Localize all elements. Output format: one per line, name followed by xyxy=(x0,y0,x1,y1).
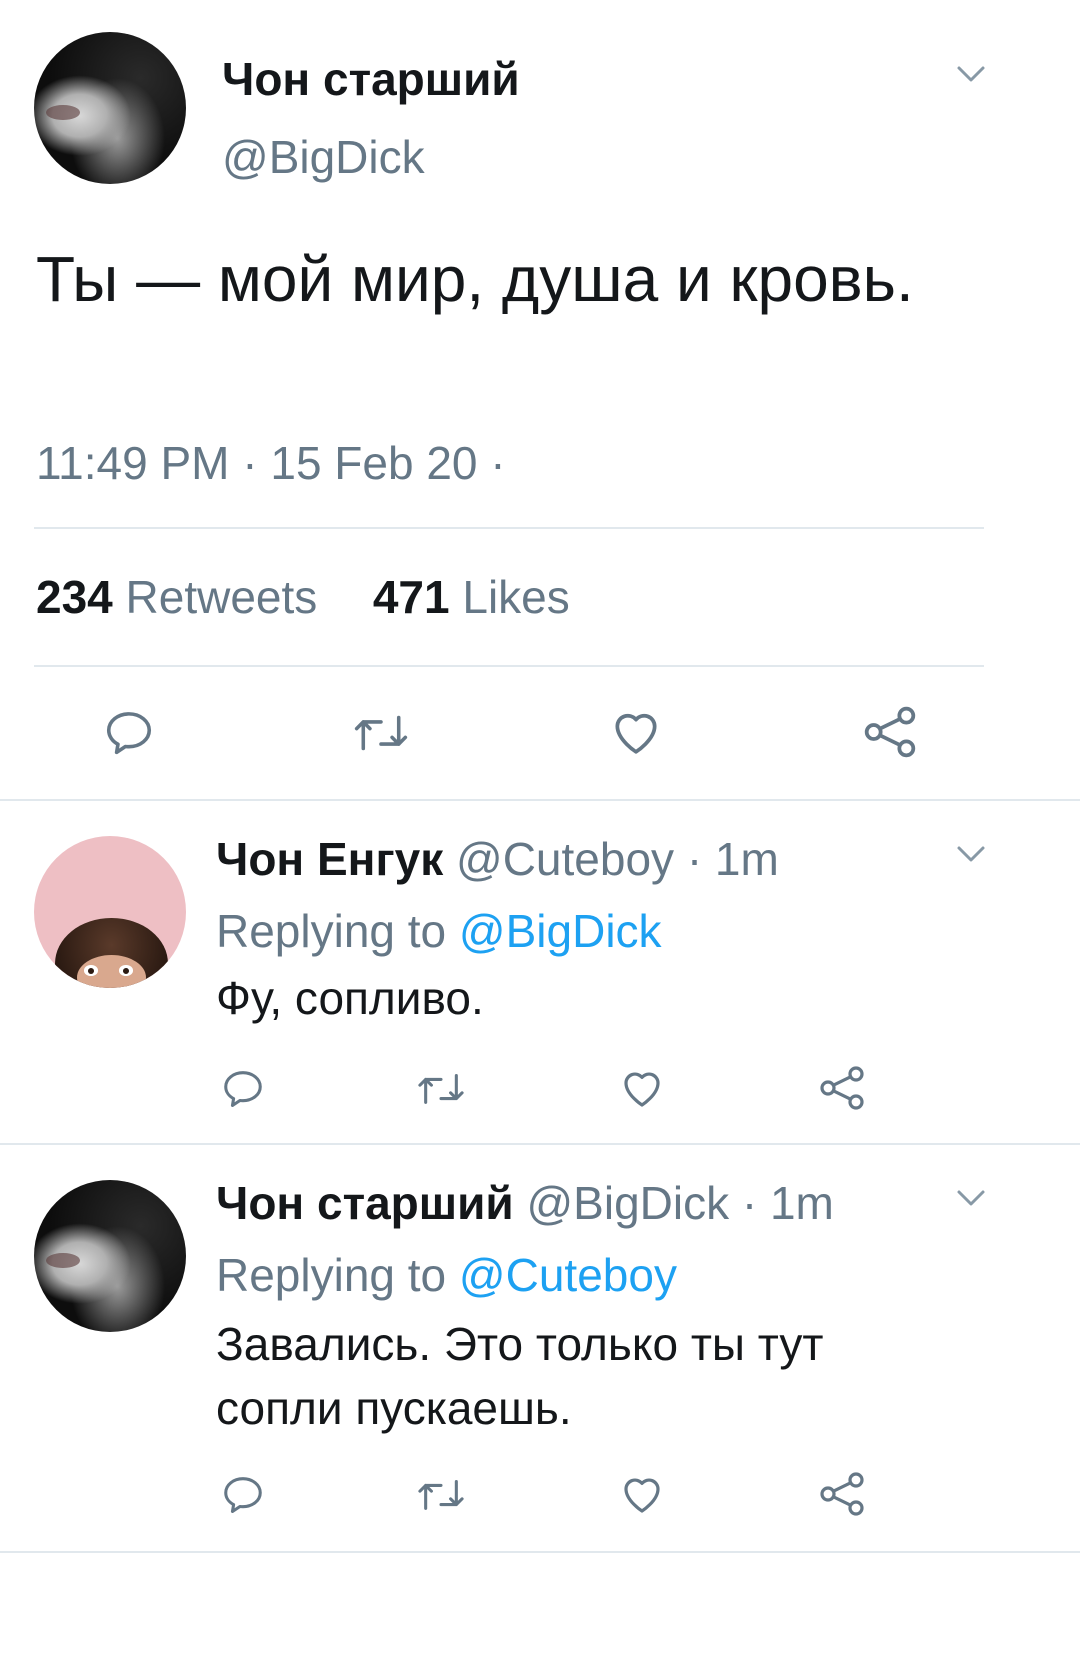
reply-icon[interactable] xyxy=(220,1472,266,1518)
divider xyxy=(0,1143,1080,1145)
retweet-icon[interactable] xyxy=(414,1472,468,1518)
author-handle[interactable]: @BigDick xyxy=(222,130,425,184)
chevron-down-icon[interactable] xyxy=(956,844,986,864)
divider xyxy=(34,665,984,667)
reply-text: Фу, сопливо. xyxy=(216,972,484,1024)
author-name[interactable]: Чон старший xyxy=(216,1177,514,1229)
reply-time: · 1m xyxy=(741,1177,834,1229)
likes-label[interactable]: Likes xyxy=(462,571,569,623)
share-icon[interactable] xyxy=(818,1064,866,1112)
reply-time: · 1m xyxy=(686,833,779,885)
replying-to: Replying to @BigDick xyxy=(216,904,662,958)
replying-to-link[interactable]: @Cuteboy xyxy=(459,1249,677,1301)
replying-to-link[interactable]: @BigDick xyxy=(459,905,662,957)
like-icon[interactable] xyxy=(618,1470,666,1518)
share-icon[interactable] xyxy=(862,704,918,760)
avatar[interactable] xyxy=(34,836,186,988)
reply-meta: Чон Енгук @Cuteboy · 1m xyxy=(216,832,779,886)
replying-prefix: Replying to xyxy=(216,1249,447,1301)
reply-icon[interactable] xyxy=(102,706,156,760)
author-name[interactable]: Чон Енгук xyxy=(216,833,443,885)
chevron-down-icon[interactable] xyxy=(956,64,986,84)
divider xyxy=(34,527,984,529)
replying-to: Replying to @Cuteboy xyxy=(216,1248,677,1302)
avatar[interactable] xyxy=(34,32,186,184)
divider xyxy=(0,1551,1080,1553)
reply-text: Завались. Это только ты тут сопли пускае… xyxy=(216,1318,824,1434)
likes-count[interactable]: 471 xyxy=(373,571,450,623)
author-handle[interactable]: @Cuteboy xyxy=(456,833,674,885)
retweets-label[interactable]: Retweets xyxy=(126,571,318,623)
reply-icon[interactable] xyxy=(220,1066,266,1112)
retweet-icon[interactable] xyxy=(350,706,412,760)
tweet-text: Ты — мой мир, душа и кровь. xyxy=(36,243,914,315)
replying-prefix: Replying to xyxy=(216,905,447,957)
author-handle[interactable]: @BigDick xyxy=(526,1177,729,1229)
tweet-timestamp[interactable]: 11:49 PM · 15 Feb 20 · xyxy=(36,436,506,490)
chevron-down-icon[interactable] xyxy=(956,1188,986,1208)
retweets-count[interactable]: 234 xyxy=(36,571,113,623)
author-name[interactable]: Чон старший xyxy=(222,52,520,106)
tweet-stats: 234 Retweets 471 Likes xyxy=(36,570,570,624)
divider xyxy=(0,799,1080,801)
reply-meta: Чон старший @BigDick · 1m xyxy=(216,1176,834,1230)
avatar[interactable] xyxy=(34,1180,186,1332)
retweet-icon[interactable] xyxy=(414,1066,468,1112)
share-icon[interactable] xyxy=(818,1470,866,1518)
like-icon[interactable] xyxy=(608,704,664,760)
like-icon[interactable] xyxy=(618,1064,666,1112)
